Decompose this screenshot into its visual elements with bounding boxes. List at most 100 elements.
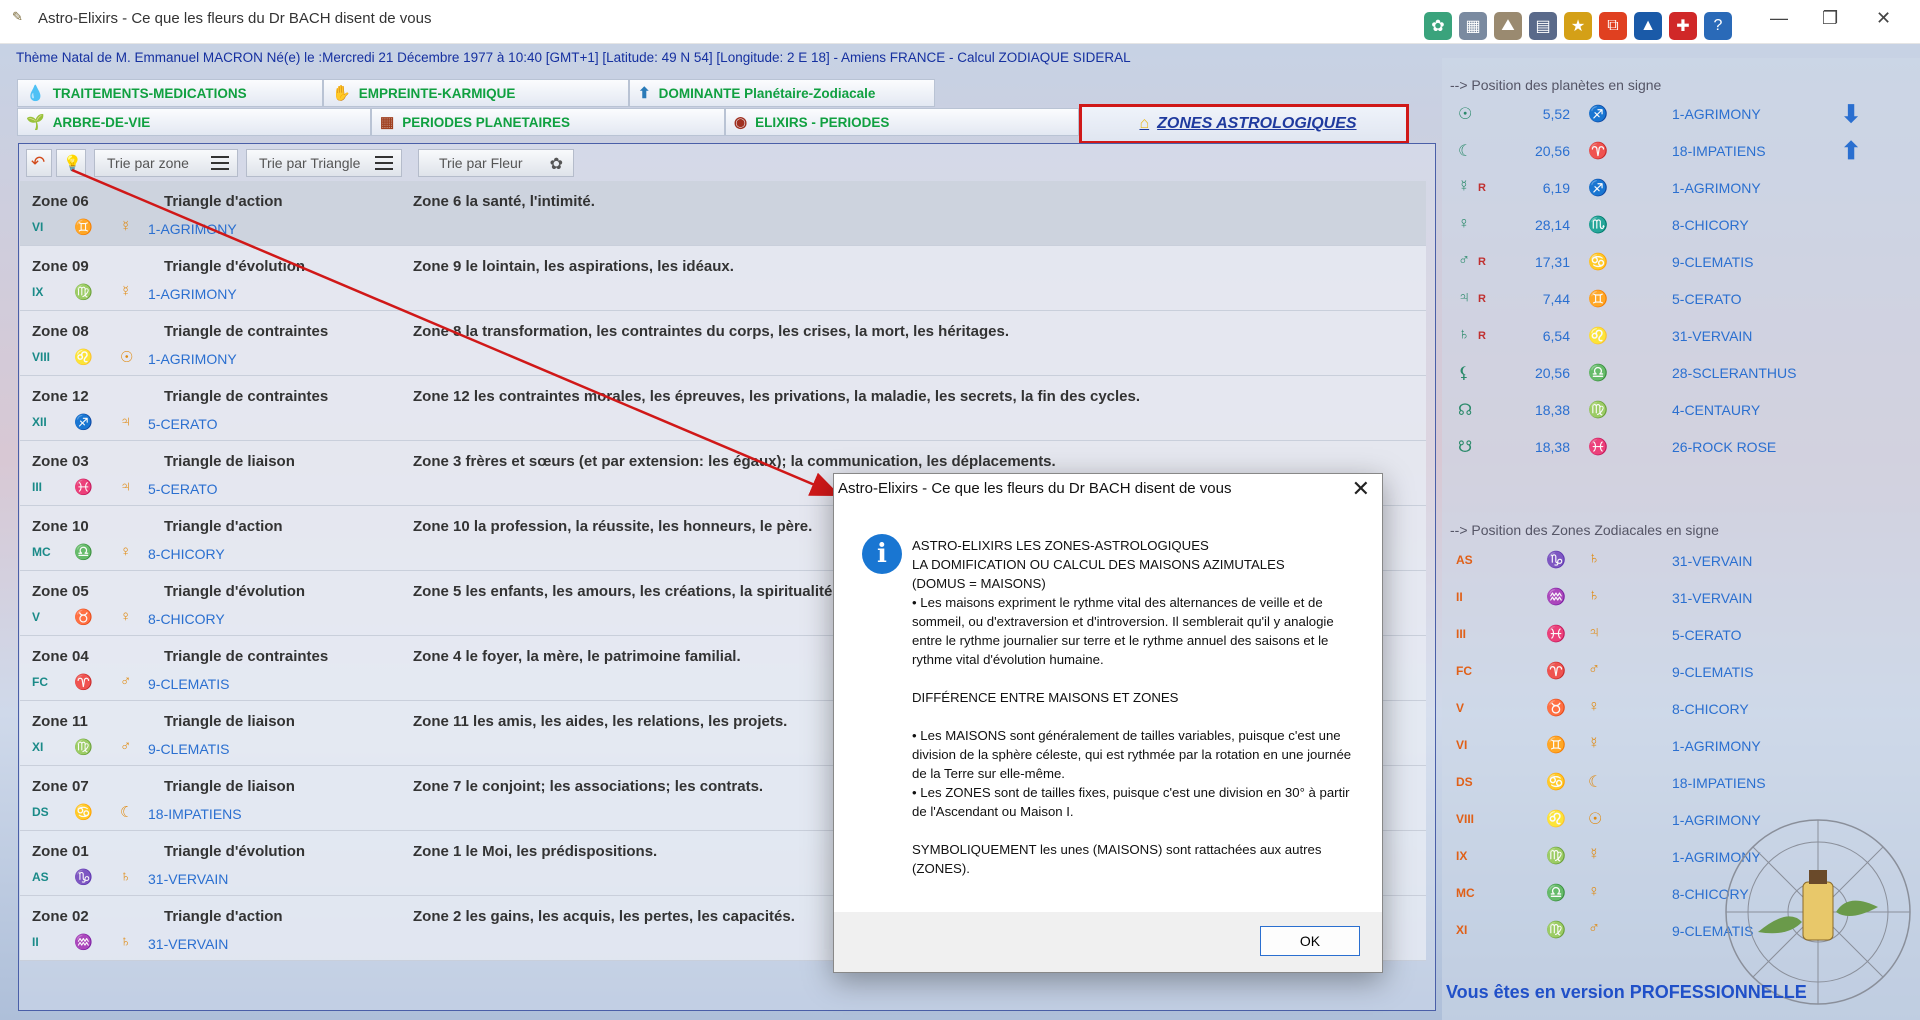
tab-dominante[interactable]: ⬆ DOMINANTE Planétaire-Zodiacale: [629, 79, 935, 107]
minimize-button[interactable]: —: [1770, 8, 1788, 29]
flower-link[interactable]: 8-CHICORY: [148, 546, 225, 562]
planet-row[interactable]: ♄ R 6,54 ♌ 31-VERVAIN: [1452, 320, 1912, 356]
zone-sign-row[interactable]: III ♓ ♃ 5-CERATO: [1452, 618, 1912, 655]
document-icon[interactable]: ▤: [1529, 12, 1557, 40]
planets-header: --> Position des planètes en signe: [1450, 77, 1662, 93]
zone-abbr: XI: [1456, 923, 1468, 937]
zone-abbr: VIII: [1456, 812, 1475, 826]
flower-link[interactable]: 5-CERATO: [1672, 627, 1742, 643]
flower-link[interactable]: 1-AGRIMONY: [148, 221, 237, 237]
planet-row[interactable]: ☉ 5,52 ♐ 1-AGRIMONY ⬇: [1452, 98, 1912, 134]
triangle-type: Triangle d'action: [164, 193, 283, 210]
zone-sign-row[interactable]: DS ♋ ☾ 18-IMPATIENS: [1452, 766, 1912, 803]
planet-row[interactable]: ☋ 18,38 ♓ 26-ROCK ROSE: [1452, 431, 1912, 467]
close-button[interactable]: ✕: [1876, 8, 1891, 29]
flower-link[interactable]: 26-ROCK ROSE: [1672, 439, 1776, 455]
zone-description: Zone 8 la transformation, les contrainte…: [413, 323, 1010, 340]
mountain-icon[interactable]: ▲: [1634, 12, 1662, 40]
house-abbr: II: [32, 935, 39, 949]
sort-by-zone-button[interactable]: Trie par zone: [94, 149, 238, 177]
retrograde-flag: R: [1478, 182, 1486, 194]
planet-row[interactable]: ♀ 28,14 ♏ 8-CHICORY: [1452, 209, 1912, 245]
flower-link[interactable]: 18-IMPATIENS: [148, 806, 242, 822]
flower-link[interactable]: 9-CLEMATIS: [148, 741, 229, 757]
zone-row[interactable]: Zone 06 Triangle d'action Zone 6 la santé,…: [20, 181, 1426, 246]
wheel-icon[interactable]: ✿: [1424, 12, 1452, 40]
tab-empreinte[interactable]: ✋ EMPREINTE-KARMIQUE: [323, 79, 629, 107]
grid-icon[interactable]: ▦: [1459, 12, 1487, 40]
flower-link[interactable]: 31-VERVAIN: [1672, 328, 1752, 344]
planet-icon: ♄: [120, 933, 132, 950]
tab-arbre[interactable]: 🌱 ARBRE-DE-VIE: [17, 108, 371, 136]
zone-sign-row[interactable]: AS ♑ ♄ 31-VERVAIN: [1452, 544, 1912, 581]
copy-icon[interactable]: ⧉: [1599, 12, 1627, 40]
pin-icon[interactable]: ✚: [1669, 12, 1697, 40]
zone-description: Zone 6 la santé, l'intimité.: [413, 193, 595, 210]
help-icon[interactable]: ?: [1704, 12, 1732, 40]
download-icon[interactable]: ⬇: [1841, 100, 1861, 129]
flower-link[interactable]: 1-AGRIMONY: [148, 286, 237, 302]
tab-traitements[interactable]: 💧 TRAITEMENTS-MEDICATIONS: [17, 79, 323, 107]
planet-degree: 20,56: [1534, 143, 1570, 159]
planet-icon: ♀: [120, 608, 132, 625]
maximize-button[interactable]: ❐: [1822, 8, 1838, 29]
flower-link[interactable]: 1-AGRIMONY: [1672, 180, 1761, 196]
planet-icon: ♄: [120, 868, 132, 885]
planet-row[interactable]: ♃ R 7,44 ♊ 5-CERATO: [1452, 283, 1912, 319]
zone-number: Zone 02: [32, 908, 89, 925]
flower-link[interactable]: 9-CLEMATIS: [1672, 664, 1753, 680]
sort-by-flower-button[interactable]: Trie par Fleur ✿: [418, 149, 574, 177]
flower-link[interactable]: 31-VERVAIN: [148, 936, 228, 952]
flower-link[interactable]: 8-CHICORY: [148, 611, 225, 627]
upload-icon[interactable]: ⬆: [1841, 137, 1861, 166]
flower-link[interactable]: 1-AGRIMONY: [148, 351, 237, 367]
planet-row[interactable]: ♂ R 17,31 ♋ 9-CLEMATIS: [1452, 246, 1912, 282]
flower-link[interactable]: 8-CHICORY: [1672, 701, 1749, 717]
planet-row[interactable]: ☾ 20,56 ♈ 18-IMPATIENS ⬆: [1452, 135, 1912, 171]
zone-sign-row[interactable]: V ♉ ♀ 8-CHICORY: [1452, 692, 1912, 729]
sort-by-triangle-button[interactable]: Trie par Triangle: [246, 149, 402, 177]
planet-icon: ♃: [120, 413, 132, 430]
flower-link[interactable]: 5-CERATO: [1672, 291, 1742, 307]
house-abbr: FC: [32, 675, 48, 689]
dialog-title: Astro-Elixirs - Ce que les fleurs du Dr …: [838, 480, 1232, 497]
sign-icon: ♓: [74, 479, 93, 496]
flower-link[interactable]: 1-AGRIMONY: [1672, 738, 1761, 754]
sign-icon: ♈: [74, 674, 93, 691]
info-button[interactable]: 💡: [56, 149, 86, 177]
flower-link[interactable]: 5-CERATO: [148, 416, 218, 432]
folder-icon[interactable]: ★: [1564, 12, 1592, 40]
tab-elixirs[interactable]: ◉ ELIXIRS - PERIODES: [725, 108, 1079, 136]
dialog-close-button[interactable]: ✕: [1352, 476, 1370, 502]
planet-row[interactable]: ⚸ 20,56 ♎ 28-SCLERANTHUS: [1452, 357, 1912, 393]
flower-link[interactable]: 9-CLEMATIS: [148, 676, 229, 692]
ok-button[interactable]: OK: [1260, 926, 1360, 956]
planet-row[interactable]: ☊ 18,38 ♍ 4-CENTAURY: [1452, 394, 1912, 430]
zone-sign-row[interactable]: FC ♈ ♂ 9-CLEMATIS: [1452, 655, 1912, 692]
flower-link[interactable]: 9-CLEMATIS: [1672, 254, 1753, 270]
zone-sign-row[interactable]: II ♒ ♄ 31-VERVAIN: [1452, 581, 1912, 618]
zone-description: Zone 4 le foyer, la mère, le patrimoine …: [413, 648, 741, 665]
info-dialog: Astro-Elixirs - Ce que les fleurs du Dr …: [833, 473, 1383, 973]
tab-periodes[interactable]: ▦ PERIODES PLANETAIRES: [371, 108, 725, 136]
flower-link[interactable]: 8-CHICORY: [1672, 217, 1749, 233]
landscape-icon[interactable]: ⛰: [1494, 12, 1522, 40]
zone-abbr: FC: [1456, 664, 1472, 678]
zone-row[interactable]: Zone 08 Triangle de contraintes Zone 8 la …: [20, 311, 1426, 376]
zone-row[interactable]: Zone 12 Triangle de contraintes Zone 12 le…: [20, 376, 1426, 441]
flower-link[interactable]: 18-IMPATIENS: [1672, 143, 1766, 159]
zone-description: Zone 7 le conjoint; les associations; le…: [413, 778, 764, 795]
flower-link[interactable]: 1-AGRIMONY: [1672, 106, 1761, 122]
planet-row[interactable]: ☿ R 6,19 ♐ 1-AGRIMONY: [1452, 172, 1912, 208]
zone-row[interactable]: Zone 09 Triangle d'évolution Zone 9 le loi…: [20, 246, 1426, 311]
flower-link[interactable]: 28-SCLERANTHUS: [1672, 365, 1796, 381]
flower-link[interactable]: 31-VERVAIN: [1672, 590, 1752, 606]
flower-link[interactable]: 4-CENTAURY: [1672, 402, 1760, 418]
planet-icon: ♃: [120, 478, 132, 495]
flower-link[interactable]: 31-VERVAIN: [1672, 553, 1752, 569]
flower-link[interactable]: 5-CERATO: [148, 481, 218, 497]
flower-link[interactable]: 18-IMPATIENS: [1672, 775, 1766, 791]
zone-sign-row[interactable]: VI ♊ ☿ 1-AGRIMONY: [1452, 729, 1912, 766]
back-button[interactable]: ↶: [26, 149, 52, 177]
flower-link[interactable]: 31-VERVAIN: [148, 871, 228, 887]
